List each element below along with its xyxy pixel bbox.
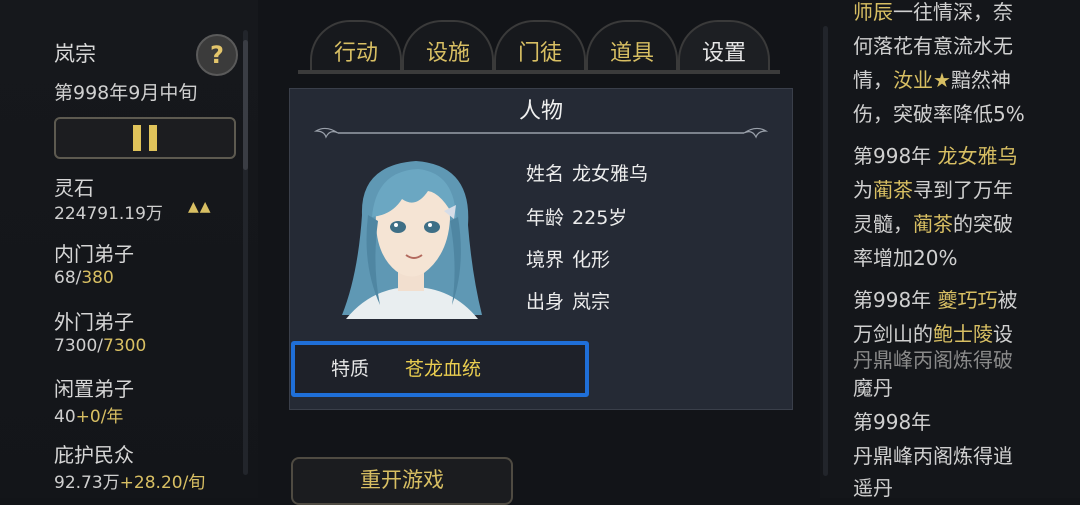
field-realm-value: 化形 [572, 249, 611, 271]
tab-disciples[interactable]: 门徒 [494, 20, 586, 74]
tab-action[interactable]: 行动 [310, 20, 402, 74]
log-line: 第998年 夔巧巧被 [853, 288, 1018, 312]
log-line: 第998年 [853, 410, 932, 434]
field-age-value: 225岁 [572, 207, 628, 229]
field-origin: 出身 岚宗 [526, 287, 610, 314]
stat-value-sheltered-people: 92.73万+28.20/旬 [54, 468, 205, 493]
pause-icon-bar-right [149, 125, 157, 151]
log-line: 第998年 龙女雅乌 [853, 144, 1018, 168]
stat-label-idle-disciples: 闲置弟子 [54, 377, 134, 401]
log-line: 伤，突破率降低5% [853, 102, 1025, 126]
log-line: 魔丹 [853, 376, 893, 400]
stat-inner-cap: 380 [81, 268, 114, 288]
character-portrait [332, 155, 492, 319]
left-scrollbar-thumb[interactable] [243, 40, 248, 170]
trait-label: 特质 [331, 358, 370, 380]
sect-name: 岚宗 [54, 42, 96, 66]
stat-outer-cap: 7300 [103, 336, 147, 356]
field-realm: 境界 化形 [526, 245, 610, 272]
stat-value-spirit-stones: 224791.19万 [54, 204, 163, 224]
pause-icon-bar-left [133, 125, 141, 151]
log-line: 遥丹 [853, 476, 893, 500]
field-name-label: 姓名 [526, 163, 565, 185]
stat-label-spirit-stones: 灵石 [54, 176, 94, 200]
pause-button[interactable] [54, 117, 236, 159]
field-age: 年龄 225岁 [526, 203, 627, 230]
stat-outer-current: 7300/ [54, 336, 103, 356]
stat-people-current: 92.73万 [54, 473, 120, 493]
game-date: 第998年9月中旬 [54, 82, 198, 104]
tabs-baseline [298, 70, 780, 74]
field-origin-value: 岚宗 [572, 291, 611, 313]
stat-value-inner-disciples: 68/380 [54, 268, 114, 288]
field-name: 姓名 龙女雅乌 [526, 159, 648, 186]
trait-value[interactable]: 苍龙血统 [405, 354, 481, 381]
stat-inner-current: 68/ [54, 268, 82, 288]
ornament-divider [313, 127, 769, 139]
stat-idle-current: 40 [54, 407, 76, 427]
stat-label-sheltered-people: 庇护民众 [54, 443, 134, 467]
main-tabs: 行动 设施 门徒 道具 设置 [300, 20, 780, 76]
log-line: 率增加20% [853, 246, 958, 270]
log-line: 师辰一往情深，奈 [853, 0, 1013, 24]
log-scrollbar[interactable] [823, 26, 828, 476]
stat-label-outer-disciples: 外门弟子 [54, 310, 134, 334]
stat-people-rate: +28.20/旬 [119, 473, 206, 493]
log-line: 何落花有意流水无 [853, 34, 1013, 58]
left-status-panel: 岚宗 ? 第998年9月中旬 灵石 224791.19万 ▲▲ 内门弟子 68/… [0, 0, 258, 498]
field-age-label: 年龄 [526, 207, 565, 229]
tab-items[interactable]: 道具 [586, 20, 678, 74]
field-origin-label: 出身 [526, 291, 565, 313]
tab-settings[interactable]: 设置 [678, 20, 770, 74]
stat-label-inner-disciples: 内门弟子 [54, 242, 134, 266]
stat-value-idle-disciples: 40+0/年 [54, 402, 123, 427]
stat-value-outer-disciples: 7300/7300 [54, 336, 146, 356]
help-button[interactable]: ? [196, 34, 238, 76]
trend-up-icon: ▲▲ [188, 199, 212, 215]
log-line: 为蔺茶寻到了万年 [853, 178, 1013, 202]
event-log-panel[interactable]: 师辰一往情深，奈 何落花有意流水无 情，汝业★黯然神 伤，突破率降低5% 第99… [820, 0, 1080, 500]
log-line: 情，汝业★黯然神 [853, 68, 1011, 92]
stat-idle-rate: +0/年 [75, 407, 124, 427]
field-realm-label: 境界 [526, 249, 565, 271]
tab-facilities[interactable]: 设施 [402, 20, 494, 74]
log-line: 灵髓，蔺茶的突破 [853, 212, 1013, 236]
log-line: 丹鼎峰丙阁炼得破 [853, 348, 1013, 372]
log-line: 万剑山的鲍士陵设 [853, 322, 1013, 346]
field-name-value: 龙女雅乌 [572, 163, 649, 185]
log-line: 丹鼎峰丙阁炼得逍 [853, 444, 1013, 468]
trait-row[interactable]: 特质 苍龙血统 [291, 341, 589, 397]
